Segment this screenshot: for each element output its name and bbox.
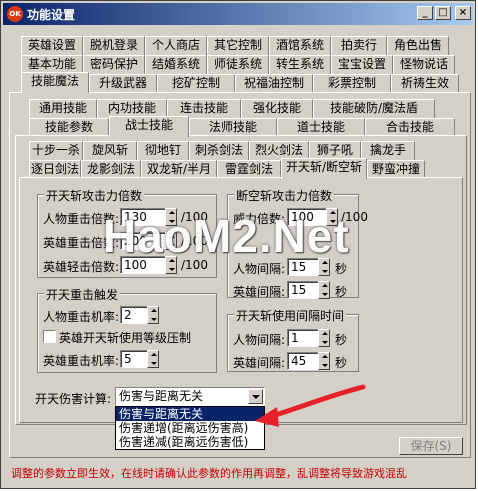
settings-window: OK 功能设置 _ □ × 英雄设置 脱机登录 个人商店 其它控制 酒馆系统 拍卖行 角色出… bbox=[0, 0, 476, 489]
group-title: 开天重击触发 bbox=[44, 286, 121, 303]
tab-row6-6[interactable]: 擒龙手 bbox=[361, 141, 415, 160]
unit-dk-hero-interval: 秒 bbox=[335, 285, 348, 299]
damage-option[interactable]: 伤害递增(距离远伤害高) bbox=[116, 421, 264, 435]
tab-row3-0[interactable]: 技能魔法 bbox=[21, 72, 89, 93]
tab-row6-0[interactable]: 十步一杀 bbox=[29, 141, 83, 160]
input-hero-heavy-rate[interactable]: 5 bbox=[120, 350, 148, 368]
label-kt-hero-interval: 英雄间隔: bbox=[233, 356, 286, 370]
input-kt-player-interval[interactable]: 1 bbox=[287, 329, 319, 347]
damage-calc-dropdown: 伤害与距离无关 伤害递增(距离远伤害高) 伤害递减(距离远伤害低) bbox=[115, 406, 265, 450]
spinner-dk-hero-interval[interactable] bbox=[318, 281, 330, 299]
tab-row2-2[interactable]: 结婚系统 bbox=[145, 55, 207, 74]
group-title: 开天斩使用间隔时间 bbox=[234, 307, 347, 324]
tab-row3-2[interactable]: 挖矿控制 bbox=[157, 74, 235, 93]
spinner-hero-heavy-rate[interactable] bbox=[147, 350, 159, 368]
label-dk-hero-interval: 英雄间隔: bbox=[233, 285, 286, 299]
damage-option[interactable]: 伤害与距离无关 bbox=[116, 407, 264, 421]
red-arrow-icon bbox=[255, 384, 366, 427]
label-kt-player-interval: 人物间隔: bbox=[233, 333, 286, 347]
label-hero-heavy-rate: 英雄重击机率: bbox=[43, 354, 120, 368]
spinner-player-heavy-rate[interactable] bbox=[147, 306, 159, 324]
tab-row2-5[interactable]: 宝宝设置 bbox=[331, 55, 393, 74]
damage-option[interactable]: 伤害递减(距离远伤害低) bbox=[116, 435, 264, 449]
tab-row6-3[interactable]: 刺杀剑法 bbox=[189, 141, 249, 160]
window-title: 功能设置 bbox=[27, 8, 76, 22]
tab-row4-0[interactable]: 通用技能 bbox=[29, 99, 97, 118]
tab-row6-2[interactable]: 彻地钉 bbox=[137, 141, 189, 160]
tab-row4-3[interactable]: 强化技能 bbox=[241, 99, 313, 118]
tab-row1-2[interactable]: 个人商店 bbox=[145, 36, 207, 55]
tab-row2-3[interactable]: 师徒系统 bbox=[207, 55, 269, 74]
spinner-kt-hero-interval[interactable] bbox=[318, 352, 330, 370]
hero-level-suppress-label: 英雄开天斩使用等级压制 bbox=[59, 331, 192, 345]
tab-row3-4[interactable]: 彩票控制 bbox=[313, 74, 391, 93]
damage-calc-label: 开天伤害计算: bbox=[35, 392, 112, 406]
tab-row5-1[interactable]: 战士技能 bbox=[109, 116, 189, 137]
input-kt-hero-interval[interactable]: 45 bbox=[287, 352, 319, 370]
tab-row1-3[interactable]: 其它控制 bbox=[207, 36, 269, 55]
damage-calc-selected: 伤害与距离无关 bbox=[119, 389, 204, 403]
unit-kt-hero-interval: 秒 bbox=[335, 356, 348, 370]
tab-row3-5[interactable]: 祈祷生效 bbox=[391, 74, 459, 93]
unit-kt-player-interval: 秒 bbox=[335, 333, 348, 347]
hero-level-suppress-checkbox[interactable] bbox=[43, 330, 56, 343]
tab-row1-5[interactable]: 拍卖行 bbox=[331, 36, 387, 55]
group-title: 开天斩攻击力倍数 bbox=[44, 187, 145, 204]
tab-row6-1[interactable]: 旋风斩 bbox=[83, 141, 137, 160]
tab-row3-1[interactable]: 升级武器 bbox=[89, 74, 157, 93]
footer-note: 调整的参数立即生效，在线时请确认此参数的作用再调整，乱调整将导致游戏混乱 bbox=[11, 467, 407, 480]
tab-row2-1[interactable]: 密码保护 bbox=[83, 55, 145, 74]
close-button[interactable]: × bbox=[455, 6, 471, 20]
title-bar: OK 功能设置 _ □ × bbox=[3, 3, 473, 25]
group-title: 断空斩攻击力倍数 bbox=[234, 187, 335, 204]
tab-row2-6[interactable]: 怪物说话 bbox=[393, 55, 455, 74]
label-player-heavy-rate: 人物重击机率: bbox=[43, 310, 120, 324]
damage-calc-select[interactable]: 伤害与距离无关 bbox=[115, 387, 265, 406]
minimize-button[interactable]: _ bbox=[417, 6, 433, 20]
tab-row3-3[interactable]: 祝福油控制 bbox=[235, 74, 313, 93]
tab-row2-4[interactable]: 转生系统 bbox=[269, 55, 331, 74]
save-button[interactable]: 保存(S) bbox=[399, 437, 463, 455]
spinner-kt-player-interval[interactable] bbox=[318, 329, 330, 347]
watermark-text: HaoM2.Net bbox=[103, 210, 350, 262]
tab-row1-1[interactable]: 脱机登录 bbox=[83, 36, 145, 55]
maximize-button[interactable]: □ bbox=[435, 6, 451, 20]
tab-row7-4[interactable]: 开天斩/断空斩 bbox=[281, 158, 367, 179]
app-icon: OK bbox=[7, 6, 23, 22]
tab-row1-4[interactable]: 酒馆系统 bbox=[269, 36, 331, 55]
tab-row1-6[interactable]: 角色出售 bbox=[387, 36, 449, 55]
input-dk-hero-interval[interactable]: 15 bbox=[287, 281, 319, 299]
tab-row1-0[interactable]: 英雄设置 bbox=[21, 36, 83, 55]
input-player-heavy-rate[interactable]: 2 bbox=[120, 306, 148, 324]
tab-row4-4[interactable]: 技能破防/魔法盾 bbox=[313, 99, 435, 118]
